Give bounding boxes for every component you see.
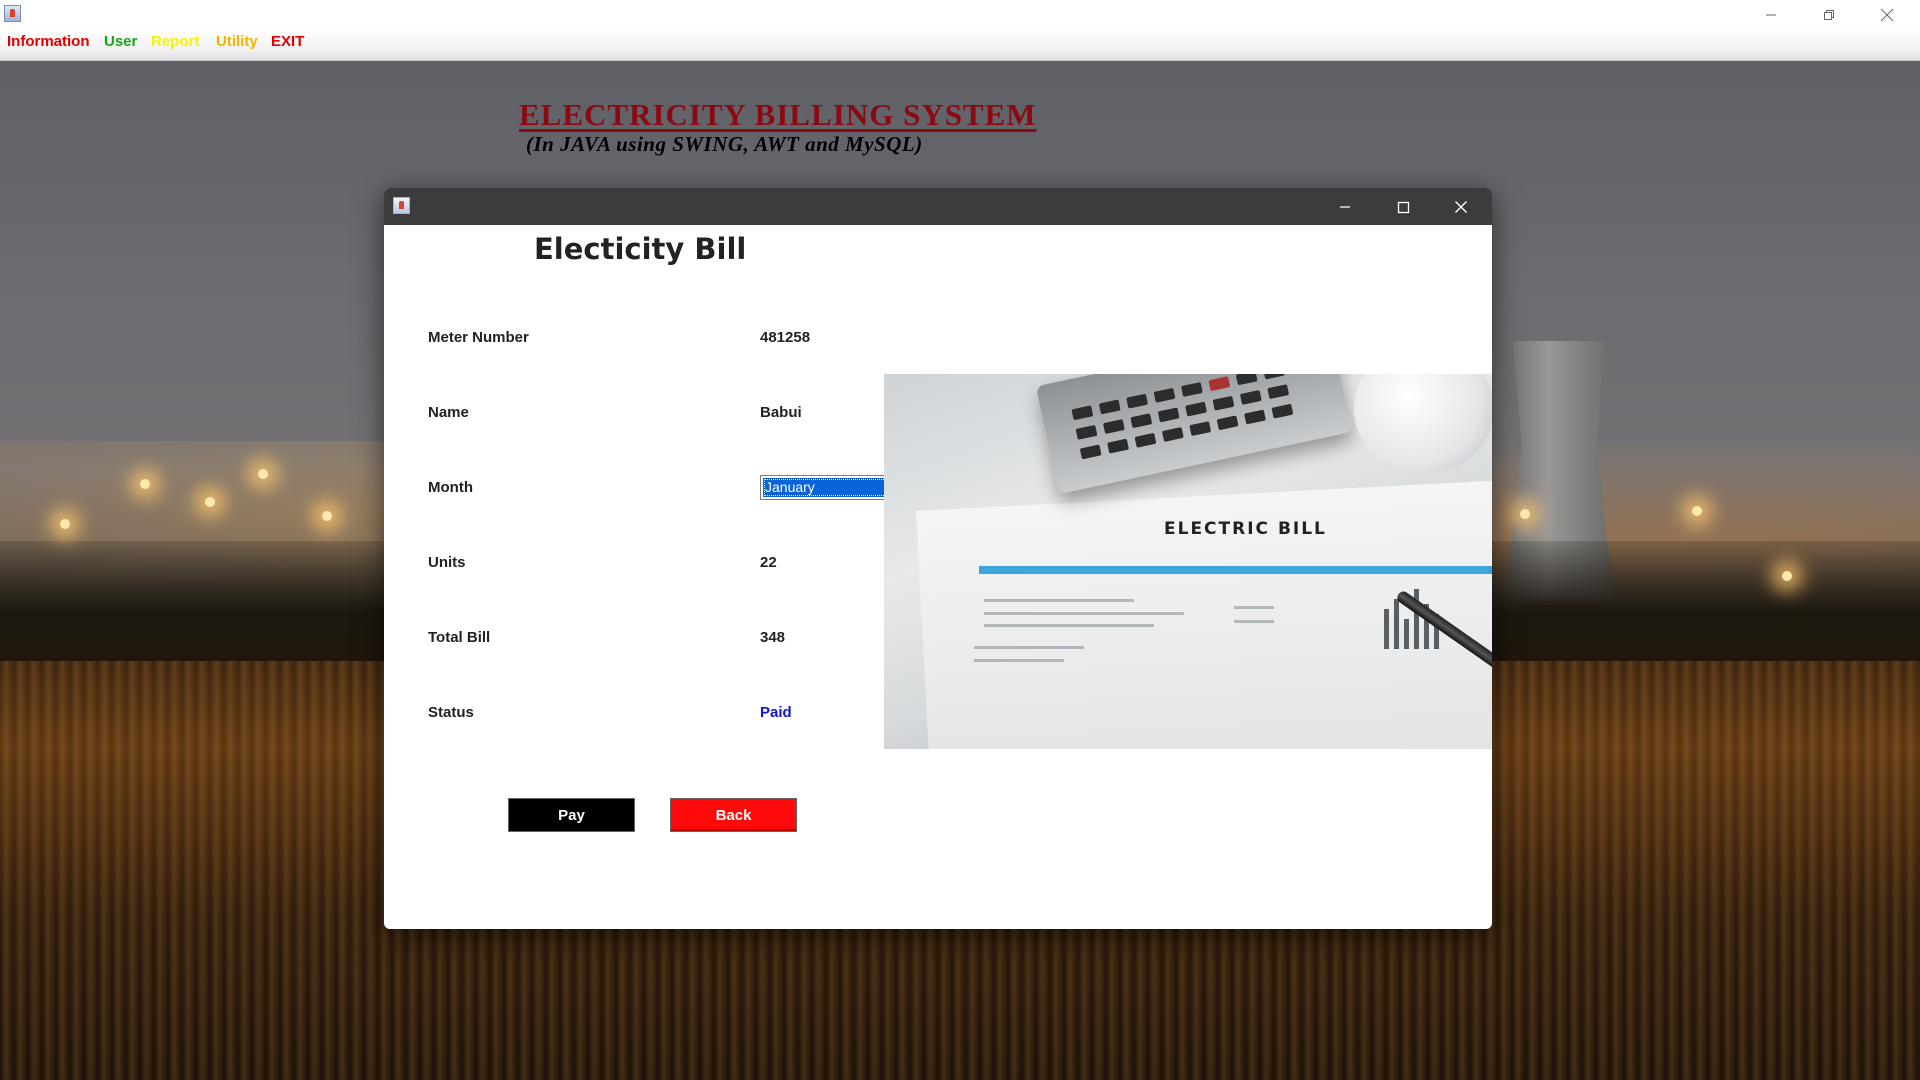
pay-button[interactable]: Pay [509,799,634,831]
bill-stripe [979,566,1492,574]
total-bill-value: 348 [760,629,786,646]
status-label: Status [428,704,474,721]
java-icon [4,5,21,22]
calculator [1035,374,1353,494]
close-icon[interactable] [1432,188,1490,225]
city-light [205,497,215,507]
name-label: Name [428,404,469,421]
light-bulb [1354,374,1492,474]
meter-number-value: 481258 [760,329,811,346]
units-value: 22 [760,554,777,571]
app-subtitle: (In JAVA using SWING, AWT and MySQL) [526,132,923,156]
minimize-icon[interactable] [1316,188,1374,225]
menu-information[interactable]: Information [7,33,90,50]
electric-bill-caption: ELECTRIC BILL [1164,519,1327,539]
city-light [1782,571,1792,581]
dialog-titlebar [384,188,1492,225]
city-light [322,511,332,521]
minimize-icon[interactable] [1742,0,1800,29]
bill-dialog: Electicity Bill Meter Number 481258 Name… [384,188,1492,929]
app-title: ELECTRICITY BILLING SYSTEM [519,97,1037,132]
total-bill-label: Total Bill [428,629,491,646]
city-light [140,479,150,489]
restore-icon[interactable] [1800,0,1858,29]
month-label: Month [428,479,473,496]
menu-utility[interactable]: Utility [216,33,258,50]
city-light [1692,506,1702,516]
menu-exit[interactable]: EXIT [271,33,304,50]
name-value: Babui [760,404,802,421]
menu-bar: Information User Report Utility EXIT [0,29,1920,61]
status-value: Paid [760,704,792,721]
close-icon[interactable] [1858,0,1916,29]
city-light [60,519,70,529]
city-light [1520,509,1530,519]
menu-report[interactable]: Report [151,33,199,50]
city-light [258,469,268,479]
units-label: Units [428,554,466,571]
menu-user[interactable]: User [104,33,137,50]
electric-bill-image: ELECTRIC BILL [884,374,1492,749]
bill-heading: Electicity Bill [534,232,747,266]
back-button[interactable]: Back [671,799,796,831]
maximize-icon[interactable] [1374,188,1432,225]
java-icon [393,197,410,214]
meter-number-label: Meter Number [428,329,529,346]
outer-window-titlebar [0,0,1920,29]
